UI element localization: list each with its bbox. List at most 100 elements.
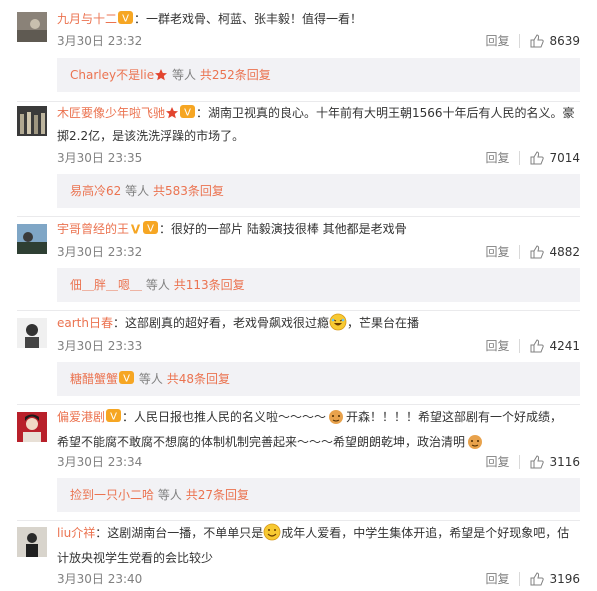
comment-text: 希望不能腐不敢腐不想腐的体制机制完善起来～～～希望朗朗乾坤，政治清明 [57,435,466,449]
like-button[interactable]: 8639 [530,34,580,48]
svg-text:V: V [110,412,117,423]
like-button[interactable]: 3196 [530,572,580,586]
comment-actions: 回复 7014 [485,149,580,166]
avatar[interactable] [17,318,47,348]
reply-summary[interactable]: 捡到一只小二哈 等人 共27条回复 [57,478,580,512]
svg-text:V: V [122,14,129,25]
like-count: 8639 [549,33,580,48]
comment-text: 掷2.2亿，是该洗洗浮躁的市场了。 [57,129,245,143]
comment-text: ，芒果台在播 [347,316,420,330]
thumbs-up-icon [530,571,545,585]
doge-emoji-icon [465,432,485,457]
reply-button[interactable]: 回复 [485,149,509,166]
username[interactable]: 偏爱港剧 [57,410,105,424]
svg-text:V: V [131,223,141,236]
divider [519,33,521,48]
thumbs-up-icon [530,244,545,258]
reply-user[interactable]: 捡到一只小二哈 [70,488,154,502]
smile-emoji-icon [263,523,281,548]
reply-button[interactable]: 回复 [485,32,509,49]
others-label: 等人 [157,488,182,502]
avatar[interactable] [17,412,47,442]
others-label: 等人 [138,372,163,386]
svg-text:V: V [147,224,154,235]
avatar[interactable] [17,12,47,42]
reply-total-link[interactable]: 共583条回复 [153,184,224,198]
like-count: 7014 [549,150,580,165]
comment-text: ：一群老戏骨、柯蓝、张丰毅！值得一看！ [134,12,363,26]
thumbs-up-icon [530,150,545,164]
like-button[interactable]: 4241 [530,339,580,353]
comment-actions: 回复 4241 [485,337,580,354]
reply-summary[interactable]: Charley不是lie 等人 共252条回复 [57,58,580,92]
reply-button[interactable]: 回复 [485,337,509,354]
divider [519,244,521,259]
divider [17,310,580,311]
divider [519,571,521,586]
reply-summary[interactable]: 糖醋蟹蟹 V 等人 共48条回复 [57,362,580,396]
like-count: 4882 [549,244,580,259]
divider [17,216,580,217]
star-icon [154,60,168,94]
like-count: 3116 [549,454,580,469]
reply-total-link[interactable]: 共27条回复 [186,488,249,502]
username[interactable]: liu介祥 [57,526,95,540]
reply-user[interactable]: 易高冷62 [70,184,121,198]
svg-text:V: V [184,108,191,119]
reply-user[interactable]: 糖醋蟹蟹 [70,372,118,386]
comment-text: 成年人爱看，中学生集体开追，希望是个好现象吧，估 [281,526,570,540]
reply-total-link[interactable]: 共252条回复 [200,68,271,82]
comment-text: ：这剧湖南台一播，不单单只是 [95,526,264,540]
comment-actions: 回复 8639 [485,32,580,49]
username[interactable]: 九月与十二 [57,12,117,26]
vip-badge-icon: V [117,10,134,32]
username[interactable]: 木匠要像少年啦飞驰 [57,106,165,120]
reply-total-link[interactable]: 共48条回复 [167,372,230,386]
thumbs-up-icon [530,338,545,352]
comment-text: 开森！！！！希望这部剧有一个好成绩， [346,410,563,424]
vip-badge-icon: V [179,104,196,126]
divider [519,150,521,165]
avatar[interactable] [17,527,47,557]
comment-text: ：很好的一部片 陆毅演技很棒 其他都是老戏骨 [159,222,407,236]
username[interactable]: 宇哥曾经的王 [57,222,129,236]
timestamp: 3月30日 23:32 [57,34,143,48]
reply-button[interactable]: 回复 [485,570,509,587]
others-label: 等人 [125,184,150,198]
like-count: 3196 [549,571,580,586]
others-label: 等人 [171,68,196,82]
vip-badge-icon: V [118,364,135,398]
star-icon [165,105,179,126]
timestamp: 3月30日 23:35 [57,151,143,165]
comment-actions: 回复 4882 [485,243,580,260]
comment-text: ：人民日报也推人民的名义啦～～～～ [122,410,327,424]
reply-button[interactable]: 回复 [485,243,509,260]
divider [17,101,580,102]
avatar[interactable] [17,224,47,254]
reply-summary[interactable]: 佃＿胖＿嗯＿ 等人 共113条回复 [57,268,580,302]
divider [17,404,580,405]
comment-text: ：湖南卫视真的良心。十年前有大明王朝1566十年后有人民的名义。豪 [196,106,575,120]
others-label: 等人 [145,278,170,292]
reply-user[interactable]: Charley不是lie [70,68,154,82]
thumbs-up-icon [530,454,545,468]
svg-text:V: V [123,374,130,385]
reply-button[interactable]: 回复 [485,453,509,470]
laughing-emoji-icon [329,313,347,338]
timestamp: 3月30日 23:33 [57,339,143,353]
reply-user[interactable]: 佃＿胖＿嗯＿ [70,278,142,292]
comment-actions: 回复 3116 [485,453,580,470]
timestamp: 3月30日 23:34 [57,455,143,469]
vip-badge-icon: V [105,408,122,430]
like-button[interactable]: 3116 [530,455,580,469]
divider [519,338,521,353]
reply-total-link[interactable]: 共113条回复 [174,278,245,292]
like-button[interactable]: 7014 [530,151,580,165]
like-button[interactable]: 4882 [530,245,580,259]
avatar[interactable] [17,106,47,136]
username[interactable]: earth日春 [57,316,113,330]
divider [519,454,521,469]
thumbs-up-icon [530,33,545,47]
comment-text: ：这部剧真的超好看，老戏骨飙戏很过瘾 [112,316,329,330]
reply-summary[interactable]: 易高冷62 等人 共583条回复 [57,174,580,208]
